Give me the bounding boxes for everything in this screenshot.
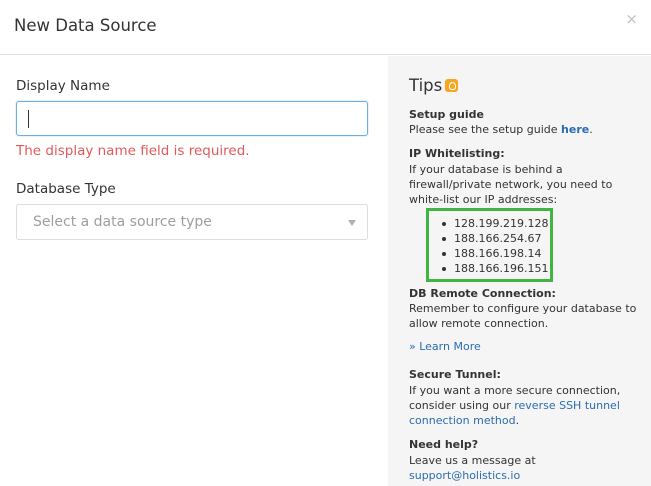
new-data-source-modal: New Data Source × Display Name The displ… bbox=[0, 0, 651, 486]
secure-tunnel-text-after: . bbox=[515, 414, 520, 427]
tips-panel: Tips Setup guide Please see the setup gu… bbox=[388, 56, 651, 486]
learn-more-link[interactable]: » Learn More bbox=[409, 340, 481, 353]
display-name-input[interactable] bbox=[16, 101, 368, 136]
ip-whitelisting-text: If your database is behind a firewall/pr… bbox=[409, 163, 613, 206]
close-icon[interactable]: × bbox=[625, 12, 638, 27]
db-remote-connection-heading: DB Remote Connection: bbox=[409, 287, 556, 300]
ip-address-item: 188.166.254.67 bbox=[441, 231, 548, 246]
display-name-label: Display Name bbox=[16, 78, 110, 94]
ip-address-list: 128.199.219.128 188.166.254.67 188.166.1… bbox=[441, 216, 548, 276]
setup-guide-text: Please see the setup guide here. bbox=[409, 122, 647, 137]
display-name-error: The display name field is required. bbox=[16, 143, 250, 159]
modal-header: New Data Source × bbox=[0, 0, 651, 55]
modal-title: New Data Source bbox=[14, 16, 157, 35]
support-email-link[interactable]: support@holistics.io bbox=[409, 469, 520, 482]
setup-guide-heading: Setup guide bbox=[409, 108, 484, 121]
setup-guide-text-after: . bbox=[589, 123, 593, 136]
setup-guide-text-before: Please see the setup guide bbox=[409, 123, 558, 136]
chevron-down-icon bbox=[348, 220, 356, 226]
text-cursor bbox=[28, 110, 29, 128]
ip-address-item: 188.166.196.151 bbox=[441, 261, 548, 276]
secure-tunnel-text: If you want a more secure connection, co… bbox=[409, 383, 647, 428]
db-remote-connection-text: Remember to configure your database to a… bbox=[409, 302, 637, 330]
database-type-placeholder: Select a data source type bbox=[33, 214, 212, 230]
ip-address-item: 128.199.219.128 bbox=[441, 216, 548, 231]
setup-guide-link[interactable]: here bbox=[561, 123, 589, 136]
tips-title: Tips bbox=[409, 76, 443, 95]
ip-address-highlight-box: 128.199.219.128 188.166.254.67 188.166.1… bbox=[426, 208, 553, 282]
ip-address-item: 188.166.198.14 bbox=[441, 246, 548, 261]
database-type-select[interactable]: Select a data source type bbox=[16, 204, 368, 240]
secure-tunnel-heading: Secure Tunnel: bbox=[409, 368, 501, 381]
need-help-text: Leave us a message at support@holistics.… bbox=[409, 453, 647, 483]
lightbulb-icon bbox=[445, 79, 458, 92]
need-help-heading: Need help? bbox=[409, 438, 479, 451]
need-help-text-before: Leave us a message at bbox=[409, 454, 536, 467]
ip-whitelisting-heading: IP Whitelisting: bbox=[409, 147, 505, 160]
database-type-label: Database Type bbox=[16, 181, 116, 197]
